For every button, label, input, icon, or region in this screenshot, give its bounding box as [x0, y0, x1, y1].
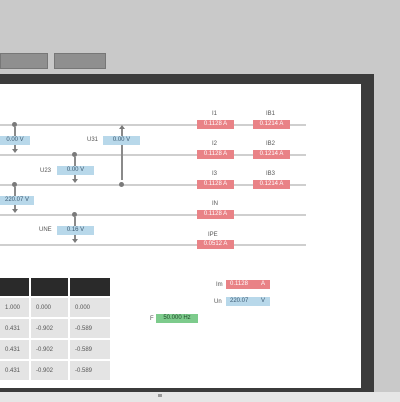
- current-value: 0.1214 A: [253, 150, 290, 159]
- table-cell: 0.000: [30, 296, 70, 318]
- status-bar: [0, 392, 400, 402]
- table-cell: -0.902: [30, 338, 70, 360]
- im-unit: A: [260, 281, 265, 287]
- f-label: F: [150, 316, 154, 322]
- voltage-value: 0.00 V: [103, 136, 140, 145]
- arrow-down-icon: [12, 149, 18, 153]
- current-label: IN: [212, 201, 218, 207]
- voltage-label: U31: [87, 137, 99, 143]
- tab-2[interactable]: [54, 53, 106, 69]
- table-cell: -0.589: [69, 317, 112, 339]
- table-cell: -0.902: [30, 359, 70, 380]
- current-label: IB1: [266, 111, 276, 117]
- f-value: 50.000 Hz: [156, 314, 198, 323]
- phase-table: 1.000 0.000 0.000 0.431 -0.902 -0.589 0.…: [0, 278, 112, 380]
- table-cell: 0.431: [0, 317, 31, 339]
- voltage-label: UNE: [39, 227, 52, 233]
- current-value: 0.1128 A: [197, 180, 234, 189]
- voltage-label: U23: [40, 168, 52, 174]
- table-header-cell: [0, 278, 31, 297]
- table-header-row: [0, 278, 112, 297]
- current-label: IPE: [208, 232, 218, 238]
- im-label: Im: [216, 282, 223, 288]
- arrow-down-icon: [12, 209, 18, 213]
- table-header-cell: [69, 278, 112, 297]
- arrow-down-icon: [72, 239, 78, 243]
- current-label: I1: [212, 111, 218, 117]
- scrollbar-indicator[interactable]: [158, 394, 162, 397]
- connector-dot: [119, 182, 124, 187]
- current-label: I2: [212, 141, 218, 147]
- current-label: IB3: [266, 171, 276, 177]
- current-value: 0.1128 A: [197, 150, 234, 159]
- un-unit: V: [260, 298, 265, 304]
- current-label: I3: [212, 171, 218, 177]
- tab-1[interactable]: [0, 53, 48, 69]
- bus-line-5: [0, 244, 306, 246]
- voltage-value: 0.16 V: [57, 226, 94, 235]
- table-cell: 0.431: [0, 338, 31, 360]
- current-value: 0.1214 A: [253, 180, 290, 189]
- current-value: 0.0512 A: [197, 240, 234, 249]
- un-label: Un: [214, 299, 222, 305]
- table-row: 0.431 -0.902 -0.589: [0, 338, 112, 360]
- table-cell: -0.902: [30, 317, 70, 339]
- table-cell: 0.431: [0, 359, 31, 380]
- un-value-text: 220.07: [230, 298, 249, 304]
- voltage-value: 0.00 V: [57, 166, 94, 175]
- table-cell: -0.589: [69, 359, 112, 380]
- current-value: 0.1128 A: [197, 210, 234, 219]
- table-header-cell: [30, 278, 70, 297]
- table-row: 0.431 -0.902 -0.589: [0, 317, 112, 339]
- current-label: IB2: [266, 141, 276, 147]
- table-cell: 1.000: [0, 296, 31, 318]
- arrow-down-icon: [72, 179, 78, 183]
- current-value: 0.1214 A: [253, 120, 290, 129]
- wiring-panel: 0.00 V U31 0.00 V U23 0.00 V 220.07 V UN…: [0, 84, 361, 388]
- un-value: 220.07 V: [226, 297, 270, 306]
- voltage-value: 0.00 V: [0, 136, 30, 145]
- current-value: 0.1128 A: [197, 120, 234, 129]
- table-cell: 0.000: [69, 296, 112, 318]
- voltage-value: 220.07 V: [0, 196, 34, 205]
- table-row: 1.000 0.000 0.000: [0, 296, 112, 318]
- table-cell: -0.589: [69, 338, 112, 360]
- table-row: 0.431 -0.902 -0.589: [0, 359, 112, 380]
- im-value: 0.1128 A: [226, 280, 270, 289]
- bus-line-4: [0, 214, 306, 216]
- im-value-text: 0.1128: [230, 281, 248, 287]
